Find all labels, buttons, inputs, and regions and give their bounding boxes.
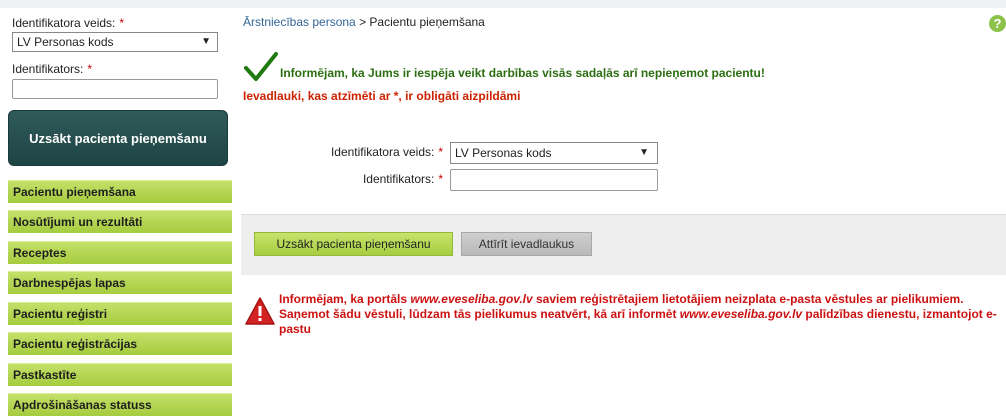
sidebar-item-patient-registrations[interactable]: Pacientu reģistrācijas: [8, 332, 232, 355]
email-warning-message: Informējam, ka portāls www.eveseliba.gov…: [279, 292, 997, 336]
checkmark-icon: [244, 52, 278, 81]
clear-fields-button[interactable]: Attīrīt ievadlaukus: [461, 232, 592, 256]
sidebar-item-patient-registers[interactable]: Pacientu reģistri: [8, 302, 232, 325]
sidebar-item-sick-leave[interactable]: Darbnespējas lapas: [8, 271, 232, 294]
form-id-type-label: Identifikatora veids: *: [330, 145, 443, 159]
required-fields-note: Ievadlauki, kas atzīmēti ar *, ir obligā…: [243, 89, 521, 103]
form-id-label: Identifikators: *: [362, 172, 443, 186]
sidebar-id-type-value: LV Personas kods: [17, 35, 114, 49]
sidebar-item-referrals-results[interactable]: Nosūtījumi un rezultāti: [8, 210, 232, 233]
chevron-down-icon: ▼: [201, 36, 211, 47]
sidebar-item-insurance-status[interactable]: Apdrošināšanas statuss: [8, 393, 232, 416]
chevron-down-icon: ▼: [639, 147, 649, 158]
warning-triangle-icon: [245, 297, 275, 325]
sidebar-id-type-label: Identifikatora veids: *: [12, 16, 125, 30]
sidebar-id-type-select[interactable]: LV Personas kods ▼: [12, 32, 218, 52]
sidebar-id-label: Identifikators: *: [12, 62, 93, 76]
info-message: Informējam, ka Jums ir iespēja veikt dar…: [280, 66, 765, 80]
sidebar-item-mailbox[interactable]: Pastkastīte: [8, 363, 232, 386]
top-strip: [0, 0, 1006, 8]
form-id-type-select[interactable]: LV Personas kods ▼: [450, 142, 658, 164]
sidebar-start-reception-button[interactable]: Uzsākt pacienta pieņemšanu: [8, 110, 228, 166]
form-id-input[interactable]: [450, 169, 658, 191]
sidebar-item-prescriptions[interactable]: Receptes: [8, 241, 232, 264]
breadcrumb-parent-link[interactable]: Ārstniecības persona: [243, 15, 356, 29]
sidebar-id-input[interactable]: [12, 79, 218, 99]
sidebar-item-patient-reception[interactable]: Pacientu pieņemšana: [8, 180, 232, 203]
help-icon[interactable]: ?: [989, 15, 1006, 32]
start-reception-button[interactable]: Uzsākt pacienta pieņemšanu: [254, 232, 453, 256]
form-id-type-value: LV Personas kods: [455, 146, 552, 160]
breadcrumb-current: Pacientu pieņemšana: [369, 15, 485, 29]
breadcrumb: Ārstniecības persona > Pacientu pieņemša…: [243, 15, 485, 29]
